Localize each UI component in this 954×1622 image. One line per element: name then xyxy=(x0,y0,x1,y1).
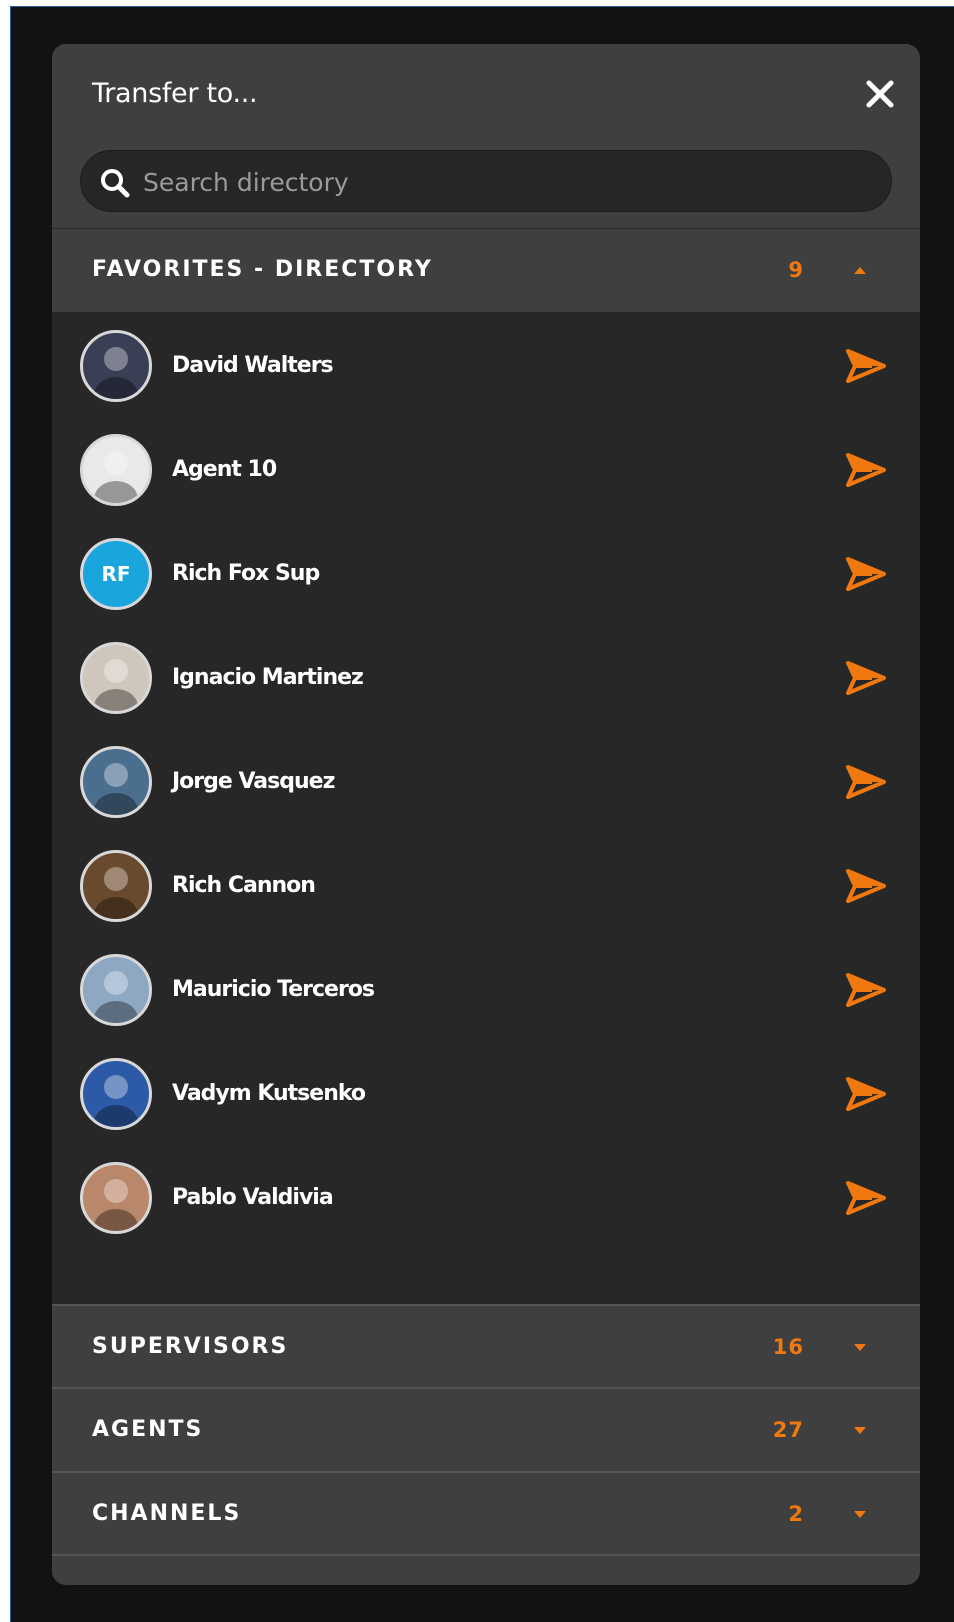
section-label: CHANNELS xyxy=(92,1501,242,1526)
avatar xyxy=(80,954,152,1026)
dialog-header: Transfer to... xyxy=(52,44,920,228)
send-icon[interactable] xyxy=(846,1076,886,1112)
avatar-photo xyxy=(94,1179,138,1231)
avatar xyxy=(80,850,152,922)
contact-name: Ignacio Martinez xyxy=(172,665,364,690)
section-channels[interactable]: CHANNELS 2 xyxy=(52,1471,920,1555)
avatar xyxy=(80,746,152,818)
chevron-down-icon[interactable] xyxy=(852,1507,868,1521)
send-icon[interactable] xyxy=(846,556,886,592)
contact-name: Rich Fox Sup xyxy=(172,561,320,586)
avatar-photo xyxy=(94,763,138,815)
contact-row[interactable]: Rich Cannon xyxy=(52,834,920,938)
contact-name: Pablo Valdivia xyxy=(172,1185,334,1210)
avatar-photo xyxy=(94,1075,138,1127)
contact-row[interactable]: David Walters xyxy=(52,314,920,418)
avatar-photo xyxy=(94,659,138,711)
section-business-processes[interactable]: BUSINESS PROCESSES 9 xyxy=(52,1554,920,1585)
send-icon[interactable] xyxy=(846,1180,886,1216)
send-icon[interactable] xyxy=(846,660,886,696)
section-count: 2 xyxy=(788,1502,804,1526)
contact-name: David Walters xyxy=(172,353,334,378)
section-count: 9 xyxy=(788,258,804,282)
section-agents[interactable]: AGENTS 27 xyxy=(52,1387,920,1471)
send-icon[interactable] xyxy=(846,972,886,1008)
contact-row[interactable]: Agent 10 xyxy=(52,418,920,522)
favorites-contact-list: David Walters Agent 10 RF Rich Fox Sup Ignac… xyxy=(52,312,920,1304)
transfer-dialog: Transfer to... FAVORITES - DIRECTORY 9 xyxy=(52,44,920,1585)
contact-row[interactable]: Mauricio Terceros xyxy=(52,938,920,1042)
section-label: AGENTS xyxy=(92,1417,204,1442)
send-icon[interactable] xyxy=(846,452,886,488)
avatar-photo xyxy=(94,347,138,399)
section-label: SUPERVISORS xyxy=(92,1334,289,1359)
avatar: RF xyxy=(80,538,152,610)
avatar-photo xyxy=(94,451,138,503)
contact-row[interactable]: Vadym Kutsenko xyxy=(52,1042,920,1146)
contact-row[interactable]: Ignacio Martinez xyxy=(52,626,920,730)
close-icon xyxy=(866,80,894,108)
contact-name: Mauricio Terceros xyxy=(172,977,375,1002)
section-count: 27 xyxy=(772,1418,804,1442)
section-favorites-directory[interactable]: FAVORITES - DIRECTORY 9 xyxy=(52,228,920,312)
contact-row[interactable]: Jorge Vasquez xyxy=(52,730,920,834)
section-label: FAVORITES - DIRECTORY xyxy=(92,257,433,282)
search-box[interactable] xyxy=(80,150,892,213)
send-icon[interactable] xyxy=(846,868,886,904)
section-supervisors[interactable]: SUPERVISORS 16 xyxy=(52,1304,920,1388)
avatar xyxy=(80,1162,152,1234)
avatar xyxy=(80,642,152,714)
avatar xyxy=(80,1058,152,1130)
contact-row[interactable]: Pablo Valdivia xyxy=(52,1146,920,1250)
chevron-down-icon[interactable] xyxy=(852,1340,868,1354)
send-icon[interactable] xyxy=(846,764,886,800)
section-label: BUSINESS PROCESSES xyxy=(92,1556,403,1585)
send-icon[interactable] xyxy=(846,348,886,384)
screen: Transfer to... FAVORITES - DIRECTORY 9 xyxy=(0,0,954,1622)
avatar-initials: RF xyxy=(101,562,131,586)
chevron-down-icon[interactable] xyxy=(852,1423,868,1437)
contact-name: Jorge Vasquez xyxy=(172,769,335,794)
section-count: 9 xyxy=(744,1556,804,1585)
close-button[interactable] xyxy=(860,74,900,114)
avatar xyxy=(80,434,152,506)
avatar-photo xyxy=(94,971,138,1023)
contact-name: Agent 10 xyxy=(172,457,277,482)
search-input[interactable] xyxy=(141,151,875,213)
contact-row[interactable]: RF Rich Fox Sup xyxy=(52,522,920,626)
contact-name: Rich Cannon xyxy=(172,873,316,898)
chevron-up-icon[interactable] xyxy=(852,263,868,277)
search-icon xyxy=(101,169,130,198)
avatar-photo xyxy=(94,867,138,919)
section-count: 16 xyxy=(772,1335,804,1359)
dialog-title: Transfer to... xyxy=(92,78,258,109)
avatar xyxy=(80,330,152,402)
contact-name: Vadym Kutsenko xyxy=(172,1081,366,1106)
